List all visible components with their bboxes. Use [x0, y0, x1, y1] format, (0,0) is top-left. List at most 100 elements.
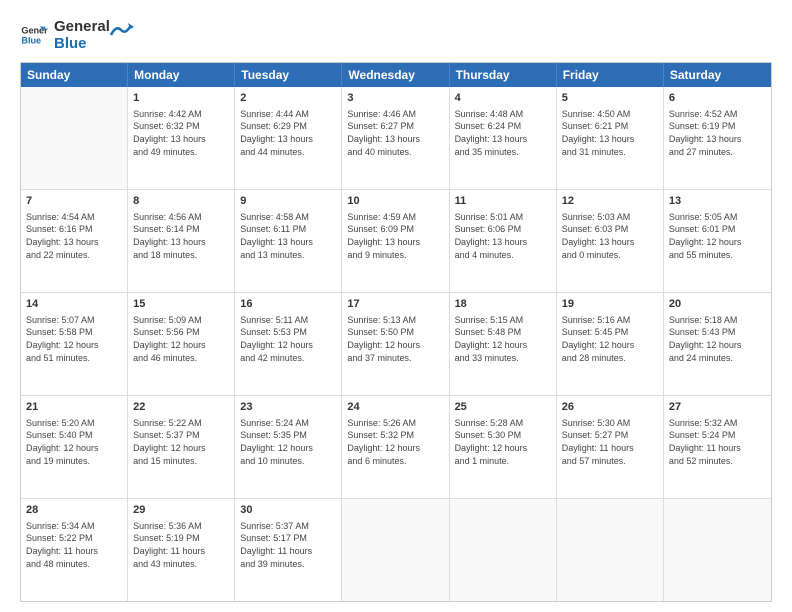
day-number: 29 — [133, 503, 229, 518]
calendar-day-empty — [557, 499, 664, 601]
calendar-day-empty — [21, 87, 128, 189]
logo-wave-icon — [106, 20, 136, 40]
day-detail: Sunrise: 5:26 AM Sunset: 5:32 PM Dayligh… — [347, 417, 443, 467]
calendar-header: SundayMondayTuesdayWednesdayThursdayFrid… — [21, 63, 771, 87]
day-number: 5 — [562, 91, 658, 106]
day-detail: Sunrise: 5:09 AM Sunset: 5:56 PM Dayligh… — [133, 314, 229, 364]
calendar-day-14: 14 Sunrise: 5:07 AM Sunset: 5:58 PM Dayli… — [21, 293, 128, 395]
header: General Blue General Blue — [20, 18, 772, 52]
day-number: 10 — [347, 194, 443, 209]
logo-icon: General Blue — [20, 21, 48, 49]
day-detail: Sunrise: 5:13 AM Sunset: 5:50 PM Dayligh… — [347, 314, 443, 364]
day-number: 14 — [26, 297, 122, 312]
calendar-day-19: 19 Sunrise: 5:16 AM Sunset: 5:45 PM Dayli… — [557, 293, 664, 395]
calendar-day-5: 5 Sunrise: 4:50 AM Sunset: 6:21 PM Daylig… — [557, 87, 664, 189]
day-number: 22 — [133, 400, 229, 415]
calendar-week-3: 14 Sunrise: 5:07 AM Sunset: 5:58 PM Dayli… — [21, 293, 771, 396]
calendar-day-11: 11 Sunrise: 5:01 AM Sunset: 6:06 PM Dayli… — [450, 190, 557, 292]
calendar-day-6: 6 Sunrise: 4:52 AM Sunset: 6:19 PM Daylig… — [664, 87, 771, 189]
calendar-day-10: 10Sunrise: 4:59 AM Sunset: 6:09 PM Dayli… — [342, 190, 449, 292]
day-detail: Sunrise: 5:16 AM Sunset: 5:45 PM Dayligh… — [562, 314, 658, 364]
weekday-header-friday: Friday — [557, 63, 664, 87]
day-number: 19 — [562, 297, 658, 312]
day-detail: Sunrise: 4:46 AM Sunset: 6:27 PM Dayligh… — [347, 108, 443, 158]
calendar-day-18: 18 Sunrise: 5:15 AM Sunset: 5:48 PM Dayli… — [450, 293, 557, 395]
day-detail: Sunrise: 5:15 AM Sunset: 5:48 PM Dayligh… — [455, 314, 551, 364]
logo-text-general: General — [54, 18, 110, 35]
day-detail: Sunrise: 4:58 AM Sunset: 6:11 PM Dayligh… — [240, 211, 336, 261]
calendar-day-30: 30Sunrise: 5:37 AM Sunset: 5:17 PM Dayli… — [235, 499, 342, 601]
weekday-header-sunday: Sunday — [21, 63, 128, 87]
day-detail: Sunrise: 4:52 AM Sunset: 6:19 PM Dayligh… — [669, 108, 766, 158]
day-number: 9 — [240, 194, 336, 209]
day-number: 20 — [669, 297, 766, 312]
calendar-day-20: 20 Sunrise: 5:18 AM Sunset: 5:43 PM Dayli… — [664, 293, 771, 395]
day-number: 8 — [133, 194, 229, 209]
day-number: 11 — [455, 194, 551, 209]
calendar-week-5: 28 Sunrise: 5:34 AM Sunset: 5:22 PM Dayli… — [21, 499, 771, 601]
calendar-day-2: 2 Sunrise: 4:44 AM Sunset: 6:29 PM Daylig… — [235, 87, 342, 189]
day-number: 30 — [240, 503, 336, 518]
calendar-day-24: 24Sunrise: 5:26 AM Sunset: 5:32 PM Dayli… — [342, 396, 449, 498]
calendar-day-4: 4 Sunrise: 4:48 AM Sunset: 6:24 PM Daylig… — [450, 87, 557, 189]
calendar-day-17: 17Sunrise: 5:13 AM Sunset: 5:50 PM Dayli… — [342, 293, 449, 395]
calendar-day-12: 12 Sunrise: 5:03 AM Sunset: 6:03 PM Dayli… — [557, 190, 664, 292]
day-detail: Sunrise: 4:42 AM Sunset: 6:32 PM Dayligh… — [133, 108, 229, 158]
day-number: 26 — [562, 400, 658, 415]
calendar-day-15: 15 Sunrise: 5:09 AM Sunset: 5:56 PM Dayli… — [128, 293, 235, 395]
day-number: 2 — [240, 91, 336, 106]
calendar-week-4: 21 Sunrise: 5:20 AM Sunset: 5:40 PM Dayli… — [21, 396, 771, 499]
weekday-header-tuesday: Tuesday — [235, 63, 342, 87]
day-detail: Sunrise: 5:03 AM Sunset: 6:03 PM Dayligh… — [562, 211, 658, 261]
calendar-body: 1 Sunrise: 4:42 AM Sunset: 6:32 PM Daylig… — [21, 87, 771, 601]
day-number: 16 — [240, 297, 336, 312]
day-detail: Sunrise: 5:32 AM Sunset: 5:24 PM Dayligh… — [669, 417, 766, 467]
day-detail: Sunrise: 5:07 AM Sunset: 5:58 PM Dayligh… — [26, 314, 122, 364]
day-number: 3 — [347, 91, 443, 106]
day-detail: Sunrise: 5:01 AM Sunset: 6:06 PM Dayligh… — [455, 211, 551, 261]
day-detail: Sunrise: 4:56 AM Sunset: 6:14 PM Dayligh… — [133, 211, 229, 261]
day-detail: Sunrise: 4:48 AM Sunset: 6:24 PM Dayligh… — [455, 108, 551, 158]
day-number: 21 — [26, 400, 122, 415]
day-number: 28 — [26, 503, 122, 518]
calendar-day-22: 22Sunrise: 5:22 AM Sunset: 5:37 PM Dayli… — [128, 396, 235, 498]
calendar-day-16: 16Sunrise: 5:11 AM Sunset: 5:53 PM Dayli… — [235, 293, 342, 395]
calendar: SundayMondayTuesdayWednesdayThursdayFrid… — [20, 62, 772, 602]
calendar-day-1: 1 Sunrise: 4:42 AM Sunset: 6:32 PM Daylig… — [128, 87, 235, 189]
calendar-day-empty — [664, 499, 771, 601]
day-number: 25 — [455, 400, 551, 415]
weekday-header-monday: Monday — [128, 63, 235, 87]
day-number: 27 — [669, 400, 766, 415]
calendar-day-23: 23Sunrise: 5:24 AM Sunset: 5:35 PM Dayli… — [235, 396, 342, 498]
day-number: 12 — [562, 194, 658, 209]
calendar-day-21: 21 Sunrise: 5:20 AM Sunset: 5:40 PM Dayli… — [21, 396, 128, 498]
day-detail: Sunrise: 5:30 AM Sunset: 5:27 PM Dayligh… — [562, 417, 658, 467]
day-detail: Sunrise: 5:18 AM Sunset: 5:43 PM Dayligh… — [669, 314, 766, 364]
day-number: 15 — [133, 297, 229, 312]
calendar-day-3: 3 Sunrise: 4:46 AM Sunset: 6:27 PM Daylig… — [342, 87, 449, 189]
calendar-day-25: 25Sunrise: 5:28 AM Sunset: 5:30 PM Dayli… — [450, 396, 557, 498]
day-number: 18 — [455, 297, 551, 312]
day-detail: Sunrise: 5:20 AM Sunset: 5:40 PM Dayligh… — [26, 417, 122, 467]
calendar-day-13: 13 Sunrise: 5:05 AM Sunset: 6:01 PM Dayli… — [664, 190, 771, 292]
calendar-day-28: 28 Sunrise: 5:34 AM Sunset: 5:22 PM Dayli… — [21, 499, 128, 601]
day-number: 13 — [669, 194, 766, 209]
day-detail: Sunrise: 5:24 AM Sunset: 5:35 PM Dayligh… — [240, 417, 336, 467]
day-detail: Sunrise: 5:36 AM Sunset: 5:19 PM Dayligh… — [133, 520, 229, 570]
page: General Blue General Blue SundayMondayTu… — [0, 0, 792, 612]
calendar-day-8: 8 Sunrise: 4:56 AM Sunset: 6:14 PM Daylig… — [128, 190, 235, 292]
day-number: 4 — [455, 91, 551, 106]
calendar-day-26: 26 Sunrise: 5:30 AM Sunset: 5:27 PM Dayli… — [557, 396, 664, 498]
logo: General Blue General Blue — [20, 18, 136, 52]
weekday-header-thursday: Thursday — [450, 63, 557, 87]
day-number: 6 — [669, 91, 766, 106]
weekday-header-wednesday: Wednesday — [342, 63, 449, 87]
calendar-day-29: 29 Sunrise: 5:36 AM Sunset: 5:19 PM Dayli… — [128, 499, 235, 601]
day-detail: Sunrise: 5:34 AM Sunset: 5:22 PM Dayligh… — [26, 520, 122, 570]
day-number: 7 — [26, 194, 122, 209]
day-number: 1 — [133, 91, 229, 106]
day-detail: Sunrise: 5:05 AM Sunset: 6:01 PM Dayligh… — [669, 211, 766, 261]
day-detail: Sunrise: 4:44 AM Sunset: 6:29 PM Dayligh… — [240, 108, 336, 158]
calendar-week-2: 7Sunrise: 4:54 AM Sunset: 6:16 PM Daylig… — [21, 190, 771, 293]
day-detail: Sunrise: 4:50 AM Sunset: 6:21 PM Dayligh… — [562, 108, 658, 158]
